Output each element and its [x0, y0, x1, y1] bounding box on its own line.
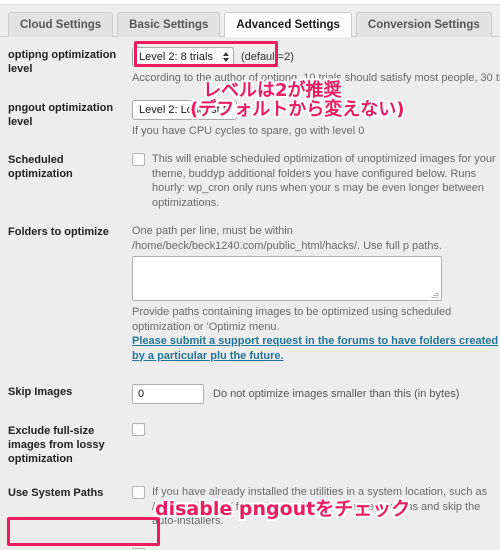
scheduled-optimization-checkbox[interactable]: [132, 153, 145, 166]
label-exclude-fullsize: Exclude full-size images from lossy opti…: [8, 425, 105, 465]
scheduled-optimization-description: This will enable scheduled optimization …: [152, 153, 496, 209]
scheduled-optimization-line: This will enable scheduled optimization …: [132, 152, 500, 210]
tab-conversion-settings[interactable]: Conversion Settings: [355, 12, 492, 37]
tab-cloud-settings[interactable]: Cloud Settings: [8, 12, 114, 37]
label-pngout-level: pngout optimization level: [8, 101, 114, 128]
field-pngout-level: Level 2: Longest M If you have CPU cycle…: [132, 99, 500, 139]
label-skip-images: Skip Images: [8, 386, 73, 398]
screenshot-root: Cloud Settings Basic Settings Advanced S…: [0, 0, 500, 550]
optipng-level-control-line: Level 2: 8 trials (default=2): [132, 47, 500, 67]
pngout-description: If you have CPU cycles to spare, go with…: [132, 124, 365, 137]
stepper-arrows-icon[interactable]: [222, 52, 229, 62]
use-system-paths-line: If you have already installed the utilit…: [132, 485, 500, 529]
field-folders-to-optimize: One path per line, must be within /home/…: [132, 224, 500, 363]
window-top-strip: [0, 0, 500, 5]
optipng-description: According to the author of optipng, 10 t…: [132, 72, 500, 84]
row-skip-images: Skip Images Do not optimize images small…: [0, 370, 500, 411]
tab-basic-settings[interactable]: Basic Settings: [117, 12, 221, 37]
skip-images-input[interactable]: [132, 384, 204, 404]
row-pngout-level: pngout optimization level Level 2: Longe…: [0, 93, 500, 146]
label-use-system-paths: Use System Paths: [8, 487, 104, 499]
settings-tab-bar: Cloud Settings Basic Settings Advanced S…: [0, 7, 500, 37]
field-use-system-paths: If you have already installed the utilit…: [132, 485, 500, 529]
optipng-level-select[interactable]: Level 2: 8 trials: [132, 47, 234, 67]
advanced-settings-form: optipng optimization level Level 2: 8 tr…: [0, 40, 500, 550]
row-optipng-level: optipng optimization level Level 2: 8 tr…: [0, 40, 500, 93]
folders-description: Provide paths containing images to be op…: [132, 306, 452, 333]
field-exclude-fullsize: [132, 423, 500, 437]
resize-grip-icon[interactable]: [431, 291, 439, 299]
field-skip-images: Do not optimize images smaller than this…: [132, 384, 500, 404]
label-optipng-level: optipng optimization level: [8, 49, 117, 75]
exclude-fullsize-checkbox[interactable]: [132, 423, 145, 436]
skip-images-description: Do not optimize images smaller than this…: [213, 388, 460, 400]
use-system-paths-checkbox[interactable]: [132, 486, 145, 499]
label-scheduled-optimization: Scheduled optimization: [8, 154, 73, 180]
row-exclude-fullsize: Exclude full-size images from lossy opti…: [0, 411, 500, 473]
use-system-paths-description: If you have already installed the utilit…: [152, 486, 488, 527]
folders-textarea[interactable]: [132, 256, 442, 301]
row-disable-jpegtran: disable jpegtran: [0, 536, 500, 550]
optipng-default-note: (default=2): [240, 51, 294, 63]
folders-path-hint: One path per line, must be within /home/…: [132, 225, 442, 252]
skip-images-line: Do not optimize images smaller than this…: [132, 384, 500, 404]
pngout-level-control-line: Level 2: Longest M: [132, 99, 500, 120]
label-folders-to-optimize: Folders to optimize: [8, 226, 109, 238]
row-folders-to-optimize: Folders to optimize One path per line, m…: [0, 217, 500, 370]
field-optipng-level: Level 2: 8 trials (default=2) According …: [132, 47, 500, 86]
row-scheduled-optimization: Scheduled optimization This will enable …: [0, 145, 500, 217]
support-request-link[interactable]: Please submit a support request in the f…: [132, 335, 498, 362]
field-scheduled-optimization: This will enable scheduled optimization …: [132, 152, 500, 210]
row-use-system-paths: Use System Paths If you have already ins…: [0, 473, 500, 536]
pngout-level-select[interactable]: Level 2: Longest M: [132, 99, 237, 120]
tab-advanced-settings[interactable]: Advanced Settings: [224, 12, 352, 37]
